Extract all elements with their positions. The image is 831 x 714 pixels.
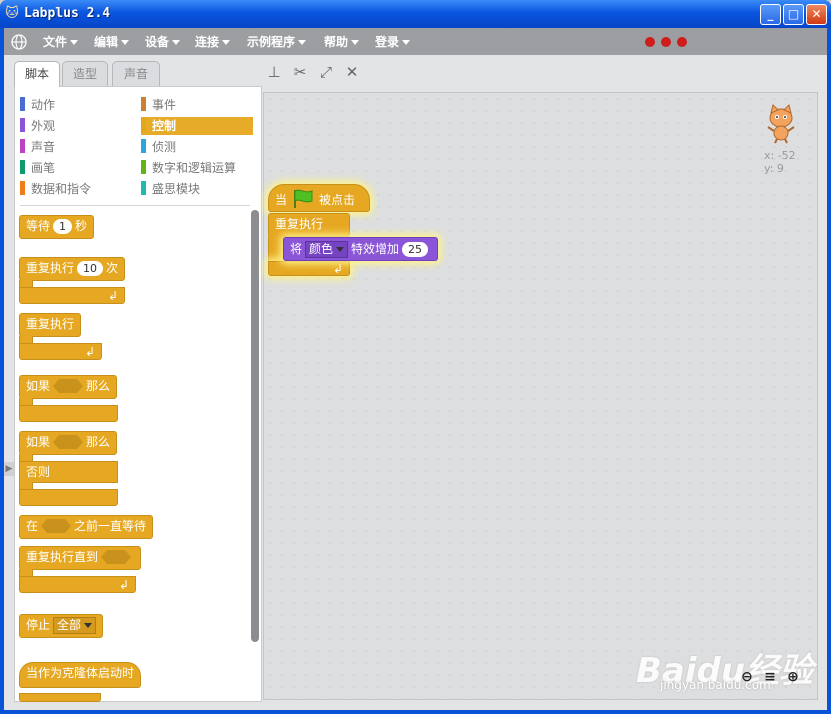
collapse-arrow-icon[interactable]: ▶ [4,462,14,476]
chevron-down-icon [70,40,79,45]
sprite-y-readout: y: 9 [764,162,784,175]
menu-login[interactable]: 登录 [375,34,411,50]
grow-icon[interactable]: ⤢ [317,63,335,81]
category-color-bar [20,160,25,174]
zoom-out-icon[interactable]: ⊖ [738,668,756,686]
category-color-bar [20,181,25,195]
window-title: Labplus 2.4 [24,6,111,21]
block-forever[interactable]: 重复执行 [19,313,82,337]
block-c-foot: ↲ [268,261,350,276]
category-events[interactable]: 事件 [141,96,253,114]
condition-slot[interactable] [53,435,84,449]
menu-file[interactable]: 文件 [43,34,79,50]
category-pen[interactable]: 画笔 [20,159,138,177]
block-c-foot [19,405,118,422]
chevron-down-icon [222,40,231,45]
chevron-down-icon [351,40,360,45]
condition-slot[interactable] [101,550,132,564]
status-dot [661,37,671,47]
chevron-down-icon [84,623,93,628]
chevron-down-icon [121,40,130,45]
divider [20,205,250,206]
category-labplus-modules[interactable]: 盛思模块 [141,180,253,198]
scissors-icon[interactable]: ✂ [291,63,309,81]
loop-arrow-icon: ↲ [119,578,130,592]
close-button[interactable]: ✕ [806,4,827,25]
tab-costumes[interactable]: 造型 [62,61,108,86]
condition-slot[interactable] [41,519,72,533]
menu-examples[interactable]: 示例程序 [247,34,307,50]
chevron-down-icon [298,40,307,45]
block-c-arm [268,236,284,262]
block-when-clone-starts[interactable]: 当作为克隆体启动时 [19,662,142,688]
block-c-foot: ↲ [19,343,102,360]
chevron-down-icon [402,40,411,45]
hat-when-flag-clicked[interactable]: 当被点击 [268,184,370,212]
sprite-cat-icon[interactable] [764,104,798,144]
minimize-button[interactable]: _ [760,4,781,25]
block-repeat[interactable]: 重复执行 10 次 [19,257,126,281]
effect-amount-input[interactable]: 25 [402,242,429,257]
block-c-foot: ↲ [19,287,125,304]
block-else-row: 否则 [19,461,118,483]
menu-device[interactable]: 设备 [145,34,181,50]
maximize-button[interactable]: □ [783,4,804,25]
category-color-bar [141,181,146,195]
shrink-icon[interactable]: ✕ [343,63,361,81]
category-motion[interactable]: 动作 [20,96,138,114]
block-repeat-until[interactable]: 重复执行直到 [19,546,142,570]
change-effect-block[interactable]: 将颜色 特效增加 25 [283,237,439,261]
category-color-bar [20,139,25,153]
chevron-down-icon [336,247,345,252]
menu-edit[interactable]: 编辑 [94,34,130,50]
stamp-icon[interactable]: ⊥ [265,63,283,81]
app-cat-icon: 🐱 [5,6,19,21]
category-looks[interactable]: 外观 [20,117,138,135]
category-color-bar [141,139,146,153]
status-dot [677,37,687,47]
category-color-bar [20,97,25,111]
status-dot [645,37,655,47]
zoom-reset-icon[interactable]: ≡ [761,668,779,686]
block-if-else[interactable]: 如果 那么 [19,431,118,455]
category-sensing[interactable]: 侦测 [141,138,253,156]
block-c-foot: ↲ [19,576,136,593]
wait-seconds-input[interactable]: 1 [53,219,73,234]
category-color-bar [141,118,146,132]
menu-help[interactable]: 帮助 [324,34,360,50]
sprite-x-readout: x: -52 [764,149,796,162]
block-partial [19,693,101,702]
loop-arrow-icon: ↲ [333,262,344,276]
menu-connect[interactable]: 连接 [195,34,231,50]
loop-arrow-icon: ↲ [108,289,119,303]
chevron-down-icon [172,40,181,45]
green-flag-icon [294,189,313,208]
tab-sounds[interactable]: 声音 [112,61,160,86]
globe-icon[interactable] [10,33,28,51]
script-forever-block[interactable]: 重复执行 [268,213,350,237]
category-sound[interactable]: 声音 [20,138,138,156]
block-stop[interactable]: 停止 全部 [19,614,104,638]
stop-option-dropdown[interactable]: 全部 [53,617,97,634]
category-control[interactable]: 控制 [141,117,253,135]
palette-scrollbar[interactable] [251,210,259,642]
category-color-bar [20,118,25,132]
effect-dropdown[interactable]: 颜色 [305,241,349,258]
category-color-bar [141,97,146,111]
category-data[interactable]: 数据和指令 [20,180,138,198]
block-c-foot [19,489,118,506]
tab-scripts[interactable]: 脚本 [14,61,60,87]
block-if[interactable]: 如果 那么 [19,375,118,399]
zoom-in-icon[interactable]: ⊕ [784,668,802,686]
block-wait-until[interactable]: 在之前一直等待 [19,515,154,539]
title-bar[interactable] [0,0,831,28]
block-wait[interactable]: 等待 1 秒 [19,215,95,239]
loop-arrow-icon: ↲ [85,345,96,359]
repeat-count-input[interactable]: 10 [77,261,104,276]
category-color-bar [141,160,146,174]
condition-slot[interactable] [53,379,84,393]
category-operators[interactable]: 数字和逻辑运算 [141,159,253,177]
